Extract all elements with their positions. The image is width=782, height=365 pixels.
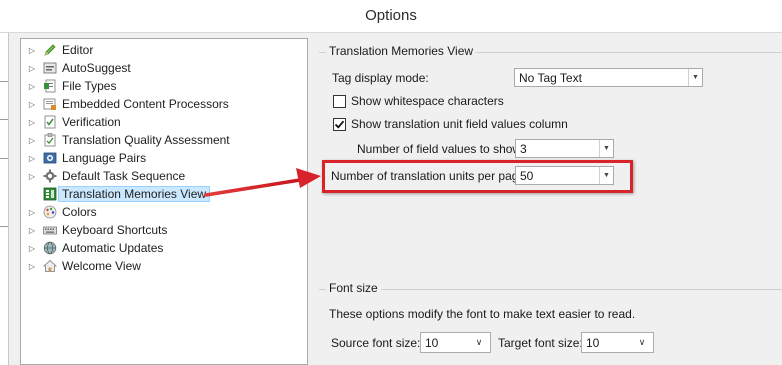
group-title: Font size (326, 281, 381, 295)
tree-item-label: Translation Memories View (58, 186, 211, 202)
translation-memory-icon (43, 187, 57, 201)
expand-arrow-icon[interactable]: ▷ (27, 118, 37, 127)
expand-arrow-icon[interactable]: ▷ (27, 244, 37, 253)
expand-arrow-icon[interactable]: ▷ (27, 64, 37, 73)
language-pairs-icon (43, 151, 57, 165)
tree-item-embedded-content-processors[interactable]: ▷ Embedded Content Processors (21, 95, 229, 113)
pencil-icon (43, 43, 57, 57)
chevron-down-icon[interactable]: ∨ (472, 337, 486, 348)
expand-arrow-icon[interactable]: ▷ (27, 100, 37, 109)
show-field-values-label: Show translation unit field values colum… (351, 117, 568, 131)
verification-icon (43, 115, 57, 129)
title-bar: Options (0, 0, 782, 33)
tree-item-keyboard-shortcuts[interactable]: ▷ Keyboard Shortcuts (21, 221, 167, 239)
chevron-down-icon[interactable]: ▼ (688, 69, 702, 86)
tree-item-editor[interactable]: ▷ Editor (21, 41, 93, 59)
tree-item-language-pairs[interactable]: ▷ Language Pairs (21, 149, 146, 167)
globe-icon (43, 241, 57, 255)
tree-item-autosuggest[interactable]: ▷ AutoSuggest (21, 59, 131, 77)
expand-arrow-icon[interactable]: ▷ (27, 262, 37, 271)
tree-item-label: Translation Quality Assessment (62, 133, 230, 147)
source-font-size-label: Source font size: (331, 336, 421, 350)
source-font-size-select[interactable]: 10 ∨ (420, 332, 491, 353)
tree-item-colors[interactable]: ▷ Colors (21, 203, 97, 221)
tree-item-welcome-view[interactable]: ▷ Welcome View (21, 257, 141, 275)
group-title: Translation Memories View (326, 44, 477, 58)
tree-item-label: Automatic Updates (62, 241, 164, 255)
divider (0, 158, 8, 159)
tree-item-translation-quality-assessment[interactable]: ▷ Translation Quality Assessment (21, 131, 230, 149)
tree-item-label: Embedded Content Processors (62, 97, 229, 111)
font-size-group: Font size (319, 281, 782, 365)
target-font-size-label: Target font size: (498, 336, 583, 350)
tree-item-label: Keyboard Shortcuts (62, 223, 168, 237)
show-field-values-checkbox[interactable] (333, 118, 346, 131)
field-values-count-value: 3 (520, 141, 527, 156)
palette-icon (43, 205, 57, 219)
keyboard-icon (43, 223, 57, 237)
annotation-highlight-box (322, 160, 633, 193)
expand-arrow-icon[interactable]: ▷ (27, 82, 37, 91)
tag-display-mode-select[interactable]: No Tag Text ▼ (514, 68, 703, 87)
show-whitespace-label: Show whitespace characters (351, 94, 504, 108)
tree-item-translation-memories-view[interactable]: Translation Memories View (21, 185, 211, 203)
expand-arrow-icon[interactable]: ▷ (27, 136, 37, 145)
tree-item-label: AutoSuggest (62, 61, 131, 75)
field-values-count-spinner[interactable]: 3 ▼ (515, 139, 614, 158)
options-tree[interactable]: ▷ Editor ▷ AutoSuggest ▷ File Types ▷ Em… (20, 38, 308, 365)
file-types-icon (43, 79, 57, 93)
autosuggest-icon (43, 61, 57, 75)
divider (0, 226, 8, 227)
home-icon (43, 259, 57, 273)
expand-arrow-icon[interactable]: ▷ (27, 208, 37, 217)
tree-item-verification[interactable]: ▷ Verification (21, 113, 121, 131)
tree-item-label: Verification (62, 115, 121, 129)
tree-item-label: File Types (62, 79, 117, 93)
show-whitespace-checkbox[interactable] (333, 95, 346, 108)
expand-arrow-icon[interactable]: ▷ (27, 172, 37, 181)
target-font-size-select[interactable]: 10 ∨ (581, 332, 654, 353)
tree-item-label: Colors (62, 205, 97, 219)
tree-item-file-types[interactable]: ▷ File Types (21, 77, 117, 95)
expand-arrow-icon[interactable]: ▷ (27, 154, 37, 163)
expand-arrow-icon[interactable]: ▷ (27, 46, 37, 55)
background-window-strip (0, 33, 9, 365)
embedded-content-icon (43, 97, 57, 111)
tree-item-label: Language Pairs (62, 151, 147, 165)
checkmark-icon (334, 120, 345, 129)
tree-item-default-task-sequence[interactable]: ▷ Default Task Sequence (21, 167, 185, 185)
font-size-description: These options modify the font to make te… (329, 307, 636, 321)
divider (0, 119, 8, 120)
field-values-count-label: Number of field values to show: (357, 142, 525, 156)
tag-display-mode-label: Tag display mode: (332, 71, 429, 85)
tree-item-automatic-updates[interactable]: ▷ Automatic Updates (21, 239, 163, 257)
chevron-down-icon[interactable]: ∨ (635, 337, 649, 348)
expand-arrow-icon[interactable]: ▷ (27, 226, 37, 235)
chevron-down-icon[interactable]: ▼ (599, 140, 613, 157)
target-font-size-value: 10 (586, 335, 600, 350)
source-font-size-value: 10 (425, 335, 439, 350)
gear-icon (43, 169, 57, 183)
tree-item-label: Welcome View (62, 259, 141, 273)
window-title: Options (365, 7, 417, 24)
quality-assessment-icon (43, 133, 57, 147)
divider (0, 81, 8, 82)
tree-item-label: Editor (62, 43, 94, 57)
tag-display-mode-value: No Tag Text (519, 70, 582, 85)
tree-item-label: Default Task Sequence (62, 169, 186, 183)
